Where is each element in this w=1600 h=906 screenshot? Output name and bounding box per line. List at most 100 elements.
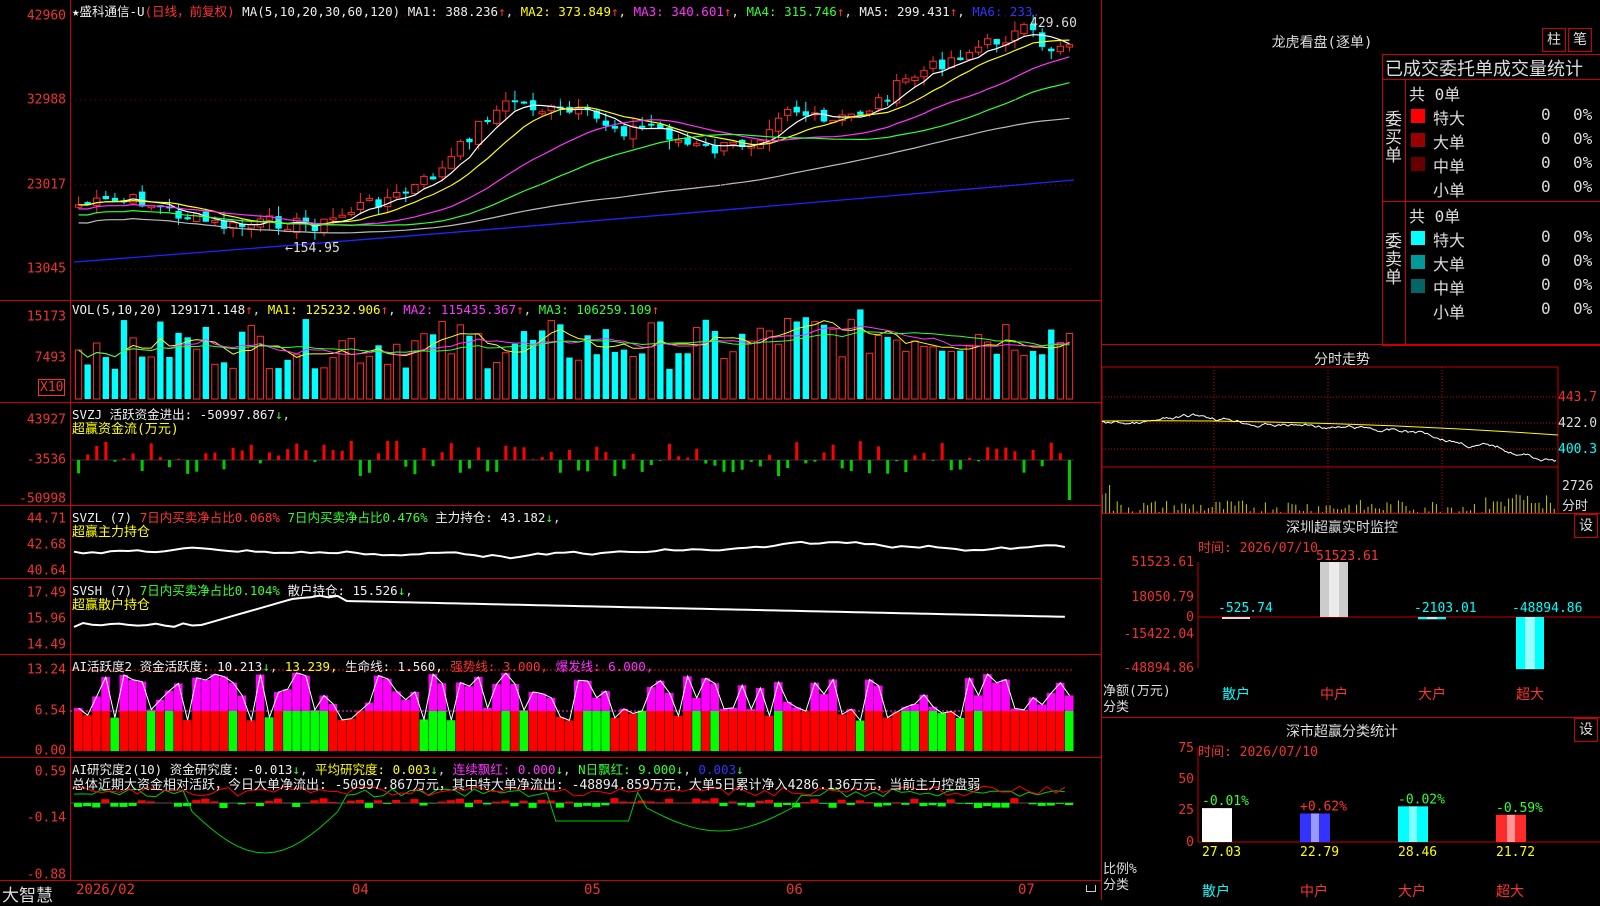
sell-side-label: 委卖单 [1385, 233, 1403, 287]
svsh-pane[interactable]: 17.49 15.96 14.49 SVSH (7) 7日内买卖净占比0.104… [0, 578, 1101, 655]
research-bar [656, 802, 664, 803]
activity-bar [838, 714, 847, 751]
research-bar [274, 799, 282, 803]
volume-bar [103, 357, 109, 399]
volume-bar [994, 354, 1000, 399]
candlestick-chart[interactable] [0, 0, 1101, 300]
research-bar [710, 798, 718, 803]
candle-body [184, 217, 190, 219]
volume-bar [948, 352, 954, 399]
candle-body [784, 109, 790, 115]
candle-body [1066, 45, 1072, 47]
activity-bar [174, 711, 183, 751]
change-label: -0.02% [1398, 792, 1445, 807]
volume-bar [139, 357, 145, 399]
ai-research-pane[interactable]: 0.59 -0.14 -0.88 AI研究度2(10) 资金研究度: -0.01… [0, 757, 1101, 881]
flow-bar [777, 460, 780, 476]
activity-bar [892, 712, 901, 751]
svzj-pane[interactable]: 43927 -3536 -50998 SVZJ 活跃资金进出: -50997.8… [0, 402, 1101, 506]
classify-section[interactable]: 深市超赢分类统计 设 时间: 2026/07/10 7550250-0.01%2… [1102, 717, 1600, 901]
classify-bar-chart[interactable]: 7550250-0.01%27.03散户+0.62%22.79中户-0.02%2… [1102, 718, 1600, 901]
activity-bar [210, 711, 219, 751]
activity-bar [392, 711, 401, 751]
activity-bar [383, 679, 392, 711]
value-label: -48894.86 [1512, 601, 1582, 616]
monitor-section[interactable]: 深圳超赢实时监控 设 时间: 2026/07/10 51523.6118050.… [1102, 513, 1600, 718]
volume-bar [439, 322, 445, 399]
candle-body [503, 101, 509, 111]
tick-mode-button[interactable]: 笔 [1568, 28, 1592, 52]
research-bar [510, 803, 518, 806]
volume-bar [684, 353, 690, 399]
activity-bar [874, 711, 883, 751]
candle-body [339, 215, 345, 217]
flow-bar [995, 449, 998, 460]
flow-bar [695, 449, 698, 460]
volume-bar [357, 363, 363, 399]
volume-bar [912, 341, 918, 399]
bar-mode-button[interactable]: 柱 [1542, 28, 1566, 52]
intraday-chart[interactable] [1102, 345, 1600, 514]
research-bar [129, 803, 137, 806]
svzl-pane[interactable]: 44.71 42.68 40.64 SVZL (7) 7日内买卖净占比0.068… [0, 505, 1101, 579]
period-label[interactable]: (日线，前复权) [145, 4, 235, 19]
monitor-bar-chart[interactable]: 51523.6118050.790-15422.04-48894.86-525.… [1102, 514, 1600, 718]
volume-bar [612, 352, 618, 399]
research-bar [319, 798, 327, 803]
flow-bar [686, 458, 689, 460]
activity-bar [983, 711, 992, 751]
buy-row-volume: 0 [1541, 129, 1551, 148]
flow-bar [450, 443, 453, 460]
volume-bar [939, 351, 945, 399]
volume-bar [175, 333, 181, 399]
volume-header: VOL(5,10,20) 129171.148↑, MA1: 125232.90… [72, 302, 659, 317]
flow-bar [341, 451, 344, 460]
candle-body [621, 126, 627, 136]
flow-bar [368, 460, 371, 473]
activity-bar [701, 678, 710, 711]
sell-color-swatch [1411, 303, 1425, 317]
ma5-value: MA5: 299.431 [859, 4, 949, 19]
activity-bar [1047, 711, 1056, 751]
intraday-section[interactable]: 分时走势 443.7 422.0 400.3 2726 分时 [1102, 344, 1600, 514]
candle-body [821, 110, 827, 122]
research-bar [483, 803, 491, 804]
activity-bar [601, 711, 610, 751]
candle-body [712, 145, 718, 153]
y-label: 75 [1178, 741, 1194, 756]
candle-body [448, 157, 454, 169]
y-label: 400.3 [1558, 442, 1597, 457]
candle-body [984, 39, 990, 45]
kline-pane[interactable]: 42960 32988 23017 13045 ★盛科通信-U(日线，前复权) … [0, 0, 1101, 300]
activity-bar [801, 711, 810, 751]
flow-bar [495, 460, 498, 472]
buy-row-volume: 0 [1541, 105, 1551, 124]
activity-bar [92, 711, 101, 751]
flow-bar [904, 460, 907, 472]
activity-bar [510, 711, 519, 751]
research-bar [556, 803, 564, 808]
volume-bar [403, 368, 409, 399]
flow-bar [159, 457, 162, 460]
percent-bar-highlight [1213, 808, 1221, 842]
activity-bar [592, 698, 601, 711]
sell-row-volume: 0 [1541, 299, 1551, 318]
flow-bar [841, 460, 844, 468]
stock-title[interactable]: ★盛科通信-U [72, 4, 145, 19]
activity-bar [329, 711, 338, 751]
volume-bar [466, 336, 472, 399]
activity-bar [574, 711, 583, 751]
volume-bar [848, 320, 854, 399]
flow-bar [595, 447, 598, 460]
volume-bar [412, 341, 418, 399]
lock-icon[interactable] [1086, 885, 1096, 892]
flow-bar [332, 450, 335, 460]
candle-body [194, 213, 200, 221]
ai-activity-pane[interactable]: 13.24 6.54 0.00 AI活跃度2 资金活跃度: 10.213↓, 1… [0, 654, 1101, 758]
main-chart-area[interactable]: 42960 32988 23017 13045 ★盛科通信-U(日线，前复权) … [0, 0, 1102, 900]
flow-bar [468, 460, 471, 469]
candle-body [612, 126, 618, 129]
volume-pane[interactable]: 15173 7493 X10 VOL(5,10,20) 129171.148↑,… [0, 300, 1101, 403]
buy-row-name: 特大 [1433, 105, 1465, 129]
research-bar [956, 803, 964, 804]
